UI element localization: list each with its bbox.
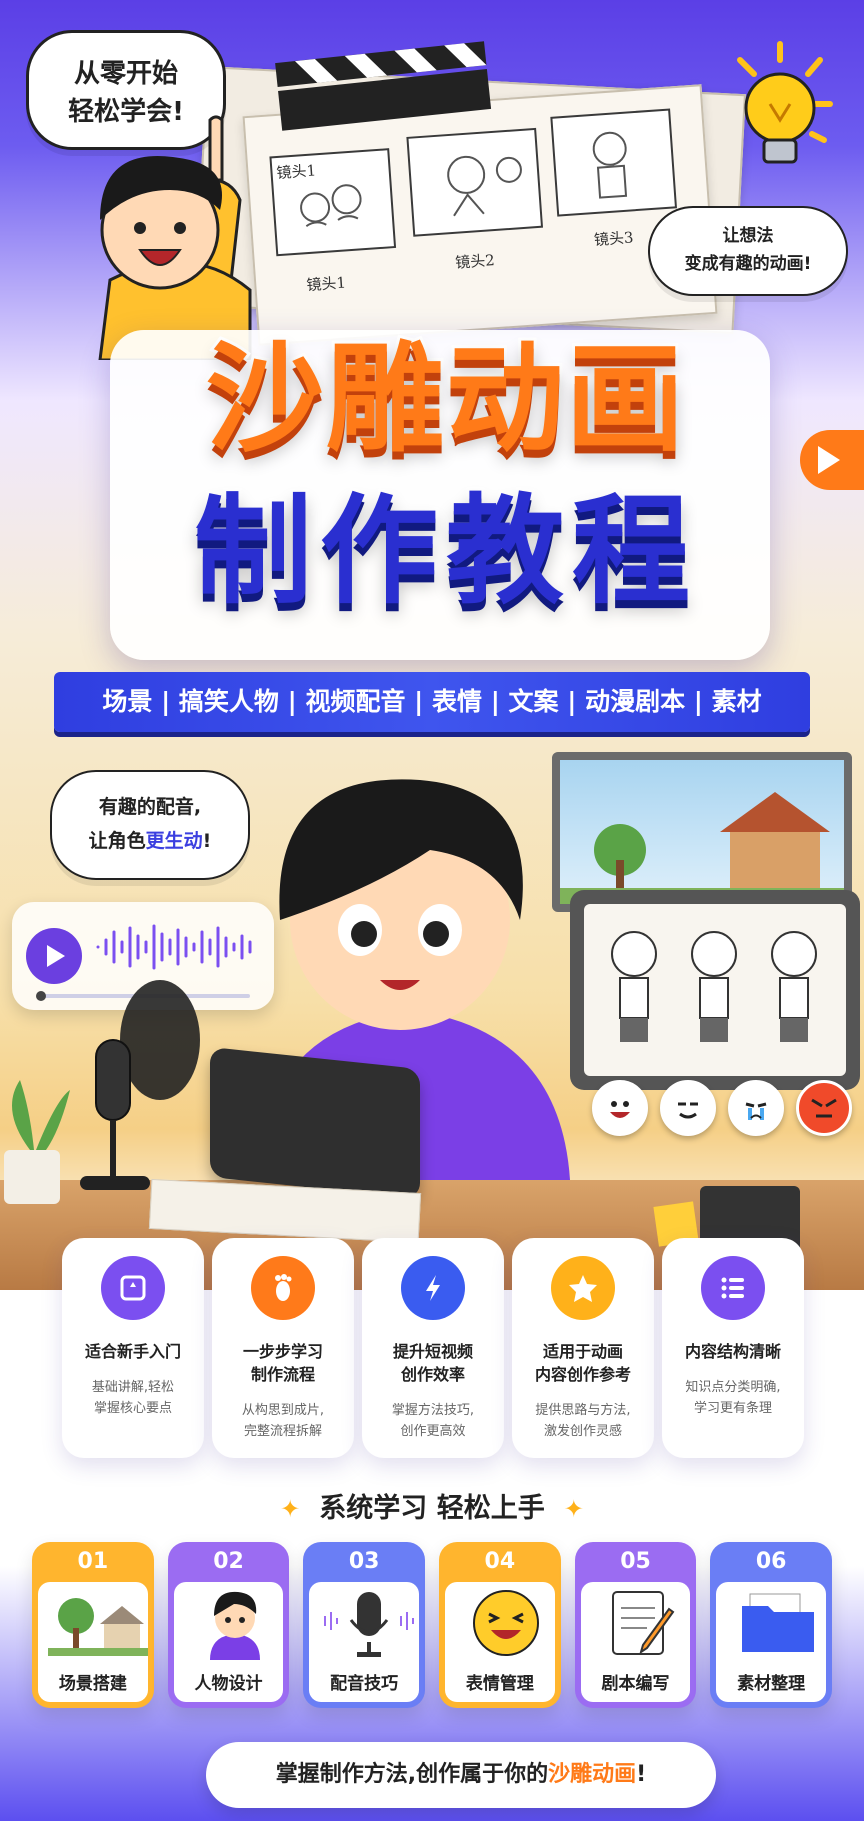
feature-desc: 掌握方法技巧, 创作更高效: [391, 1403, 475, 1439]
bubble-line: 让想法: [722, 226, 774, 246]
section-title-row: ✦ 系统学习 轻松上手 ✦: [0, 1486, 864, 1525]
footer-banner: 掌握制作方法,创作属于你的沙雕动画!: [206, 1742, 716, 1808]
step-card: 05 剧本编写: [574, 1542, 697, 1708]
image-icon: [101, 1256, 165, 1320]
feature-title: 内容结构清晰: [684, 1342, 781, 1361]
storyboard-frame-1: 镜头1: [269, 148, 397, 257]
storyboard-label-2: 镜头2: [454, 251, 496, 272]
bubble-line: 变成有趣的动画!: [684, 254, 812, 274]
step-card: 04 表情管理: [439, 1542, 561, 1708]
sparkle-icon: ✦: [280, 1495, 301, 1523]
feature-card: 适用于动画 内容创作参考 提供思路与方法, 激发创作灵感: [512, 1238, 654, 1458]
character-sheet-sketch: [611, 931, 817, 1042]
step-number: 05: [620, 1549, 651, 1574]
step-card: 03 配音技巧: [303, 1542, 426, 1708]
feature-card: 内容结构清晰 知识点分类明确, 学习更有条理: [662, 1238, 804, 1458]
feature-card-row: 适合新手入门 基础讲解,轻松 掌握核心要点 一步步学习 制作流程 从构思到成片, 完整…: [62, 1238, 808, 1458]
feature-card: 提升短视频 创作效率 掌握方法技巧, 创作更高效: [362, 1238, 504, 1458]
star-icon: [551, 1256, 615, 1320]
storyboard-sketch-2: [447, 155, 522, 217]
title-line-2: 制作教程: [191, 482, 698, 620]
clapperboard-icon: [275, 41, 492, 131]
pointing-boy-character: [98, 115, 252, 360]
feature-desc: 从构思到成片, 完整流程拆解: [241, 1403, 325, 1439]
bubble-highlight: 更生动: [145, 830, 203, 852]
topic-ribbon-text: 场景 | 搞笑人物 | 视频配音 | 表情 | 文案 | 动漫剧本 | 素材: [102, 687, 762, 716]
lightning-icon: [401, 1256, 465, 1320]
angry-face-icon: [796, 1080, 852, 1136]
notebook-icon: [611, 1591, 675, 1655]
step-number: 03: [348, 1549, 380, 1574]
folder-icon: [742, 1593, 815, 1652]
step-card: 06 素材整理: [710, 1542, 833, 1708]
play-button[interactable]: [26, 928, 82, 984]
storyboard-sketch-3: [592, 131, 628, 199]
emotion-row: [592, 1080, 852, 1136]
feature-desc: 基础讲解,轻松 掌握核心要点: [91, 1380, 175, 1416]
smug-face-icon: [660, 1080, 716, 1136]
step-label: 场景搭建: [58, 1674, 127, 1694]
feature-title: 一步步学习 制作流程: [242, 1342, 323, 1384]
bubble-line: 让角色: [88, 830, 146, 852]
bubble-line: 从零开始: [73, 59, 178, 89]
feature-desc: 提供思路与方法, 激发创作灵感: [535, 1403, 631, 1439]
step-label: 剧本编写: [601, 1674, 670, 1694]
step-label: 素材整理: [737, 1674, 806, 1694]
footer-text: 掌握制作方法,创作属于你的: [275, 1762, 549, 1787]
feature-title: 提升短视频 创作效率: [392, 1342, 473, 1384]
crying-face-icon: [728, 1080, 784, 1136]
play-bubble-icon: [800, 430, 864, 490]
step-number: 06: [755, 1549, 787, 1574]
storyboard-label-1-top: 镜头1: [275, 161, 317, 183]
sparkle-icon: ✦: [563, 1495, 584, 1523]
step-card: 02 人物设计: [167, 1542, 290, 1708]
storyboard-frame-3: [550, 108, 678, 217]
potted-plant: [4, 1080, 70, 1204]
step-label: 配音技巧: [330, 1674, 399, 1694]
drawing-tablet: [210, 1046, 420, 1200]
step-number: 01: [77, 1549, 109, 1574]
lightbulb-icon: [737, 41, 833, 164]
step-card: 01 场景搭建: [32, 1542, 154, 1708]
topic-ribbon: 场景 | 搞笑人物 | 视频配音 | 表情 | 文案 | 动漫剧本 | 素材: [54, 672, 810, 732]
character-icon: [209, 1591, 260, 1660]
footer-highlight: 沙雕动画: [548, 1762, 637, 1787]
character-sheet: [584, 904, 846, 1076]
title-line-1: 沙雕动画: [203, 330, 687, 468]
tree-house-icon: [48, 1598, 148, 1656]
feature-card: 一步步学习 制作流程 从构思到成片, 完整流程拆解: [212, 1238, 354, 1458]
step-label: 表情管理: [465, 1674, 534, 1694]
storyboard-frame-2: [406, 127, 544, 237]
laugh-face-icon: [473, 1590, 540, 1656]
section-title: 系统学习 轻松上手: [319, 1493, 545, 1524]
feature-title: 适用于动画 内容创作参考: [534, 1342, 631, 1384]
speech-bubble-idea: 让想法 变成有趣的动画!: [648, 206, 848, 296]
feature-desc: 知识点分类明确, 学习更有条理: [685, 1380, 781, 1416]
step-number: 02: [213, 1549, 244, 1574]
storyboard-label-3: 镜头3: [593, 228, 635, 250]
feature-title: 适合新手入门: [84, 1342, 181, 1361]
step-card-row: 01 场景搭建 02 人物设计 03 配音技巧 04 表情管理 05 剧本编写 …: [32, 1542, 833, 1708]
list-icon: [701, 1256, 765, 1320]
step-number: 04: [484, 1549, 516, 1574]
storyboard-label-1: 镜头1: [305, 273, 347, 295]
footprint-icon: [251, 1256, 315, 1320]
microphone-icon: [324, 1592, 415, 1657]
feature-card: 适合新手入门 基础讲解,轻松 掌握核心要点: [62, 1238, 204, 1458]
step-label: 人物设计: [194, 1674, 263, 1694]
footer-suffix: !: [636, 1762, 647, 1787]
